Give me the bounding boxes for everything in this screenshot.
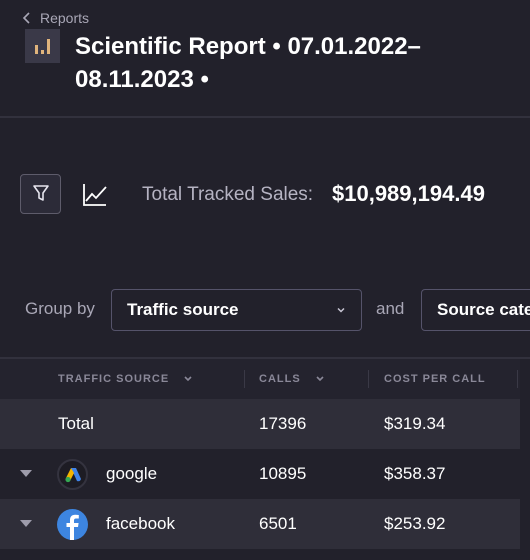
cost-per-call-value: $253.92 <box>384 514 446 533</box>
group-by-primary-select[interactable]: Traffic source <box>111 289 362 331</box>
page-title: Scientific Report • 07.01.2022–08.11.202… <box>75 33 421 93</box>
filter-button[interactable] <box>20 174 61 214</box>
group-by-label: Group by <box>25 299 95 318</box>
back-label: Reports <box>40 10 90 26</box>
report-bar-chart-icon <box>25 29 60 63</box>
cost-per-call-value: $358.37 <box>384 464 446 483</box>
calls-value: 6501 <box>259 514 297 533</box>
total-sales-value: $10,989,194.49 <box>332 181 485 206</box>
back-to-reports-link[interactable]: Reports <box>22 10 89 26</box>
table-header: TRAFFIC SOURCE CALLS COST PER CALL <box>0 359 520 399</box>
table-row[interactable]: facebook 6501 $253.92 <box>0 499 520 549</box>
column-label: CALLS <box>259 373 301 385</box>
total-label: Total <box>58 414 94 433</box>
table-row-total: Total 17396 $319.34 <box>0 399 520 449</box>
and-label: and <box>376 299 405 318</box>
column-label: TRAFFIC SOURCE <box>58 373 170 385</box>
group-by-secondary-value: Source category <box>437 300 530 319</box>
column-separator <box>368 370 369 388</box>
column-separator <box>517 370 518 388</box>
chevron-down-icon <box>316 376 324 382</box>
facebook-icon <box>57 509 88 540</box>
total-sales-label: Total Tracked Sales: <box>142 184 314 205</box>
group-by-primary-value: Traffic source <box>127 300 239 319</box>
google-ads-icon <box>57 459 88 490</box>
group-by-secondary-select[interactable]: Source category <box>421 289 530 331</box>
expand-row-caret-icon[interactable] <box>20 470 32 477</box>
chart-toggle-button[interactable] <box>80 180 110 210</box>
total-calls: 17396 <box>259 414 307 433</box>
total-cost-per-call: $319.34 <box>384 414 446 433</box>
filter-icon <box>32 185 49 201</box>
source-name: google <box>106 464 158 483</box>
chevron-down-icon <box>184 376 192 382</box>
column-header-cost-per-call[interactable]: COST PER CALL <box>384 373 486 385</box>
column-label: COST PER CALL <box>384 373 486 385</box>
calls-value: 10895 <box>259 464 307 483</box>
chevron-down-icon <box>337 307 345 313</box>
expand-row-caret-icon[interactable] <box>20 520 32 527</box>
column-header-calls[interactable]: CALLS <box>259 373 325 385</box>
header-divider <box>0 116 530 118</box>
line-chart-icon <box>83 184 107 206</box>
column-separator <box>244 370 245 388</box>
column-header-traffic-source[interactable]: TRAFFIC SOURCE <box>58 373 193 385</box>
table-row[interactable]: google 10895 $358.37 <box>0 449 520 499</box>
source-name: facebook <box>106 514 175 533</box>
chevron-left-icon <box>22 12 30 24</box>
